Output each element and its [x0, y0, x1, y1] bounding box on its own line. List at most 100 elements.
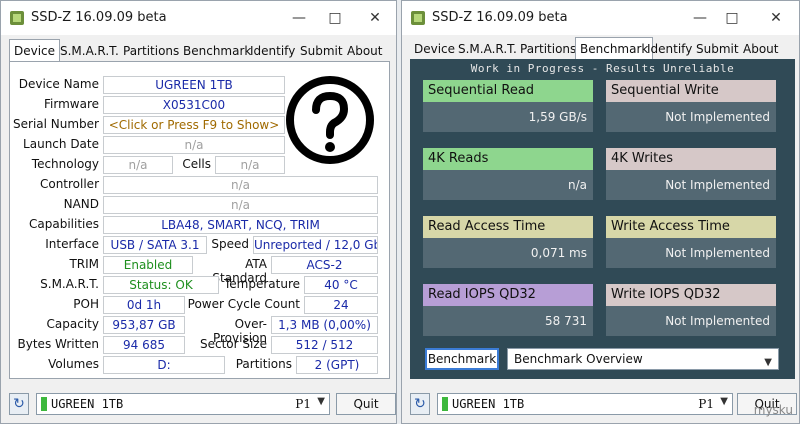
- benchmark-button[interactable]: Benchmark: [425, 348, 499, 370]
- temperature-value: 40 °C: [304, 276, 378, 294]
- question-mark-icon: [286, 76, 374, 164]
- interface-label: Interface: [45, 237, 99, 251]
- device-name-label: Device Name: [18, 77, 99, 91]
- temperature-label: Temperature: [223, 277, 300, 291]
- card-value: Not Implemented: [606, 238, 776, 268]
- maximize-button[interactable]: □: [714, 6, 750, 30]
- card-label: Write Access Time: [606, 216, 776, 238]
- card-label: Read IOPS QD32: [423, 284, 593, 306]
- capabilities-value: LBA48, SMART, NCQ, TRIM: [103, 216, 378, 234]
- tab-submit[interactable]: Submit: [692, 40, 743, 59]
- bottom-bar: ↻ UGREEN 1TB P1 ▼ Quit: [402, 387, 799, 423]
- drive-select[interactable]: UGREEN 1TB P1 ▼: [36, 393, 330, 415]
- close-button[interactable]: ✕: [758, 6, 794, 30]
- close-button[interactable]: ✕: [357, 6, 393, 30]
- bytes-written-label: Bytes Written: [17, 337, 99, 351]
- technology-value: n/a: [103, 156, 173, 174]
- refresh-icon[interactable]: ↻: [410, 393, 430, 415]
- ssdz-window-benchmark: SSD-Z 16.09.09 beta — □ ✕ Device S.M.A.R…: [401, 0, 800, 424]
- ata-standard-value: ACS-2: [271, 256, 378, 274]
- tab-identify[interactable]: Identify: [246, 42, 299, 61]
- speed-label: Speed: [211, 237, 249, 251]
- drive-name: UGREEN 1TB: [452, 397, 525, 411]
- card-label: Read Access Time: [423, 216, 593, 238]
- tab-benchmark[interactable]: Benchmark: [179, 42, 255, 61]
- bytes-written-value: 94 685: [103, 336, 185, 354]
- card-value: Not Implemented: [606, 306, 776, 336]
- benchmark-mode-value: Benchmark Overview: [514, 352, 643, 366]
- launch-date-value: n/a: [103, 136, 285, 154]
- window-title: SSD-Z 16.09.09 beta: [432, 10, 568, 25]
- card-label: 4K Writes: [606, 148, 776, 170]
- minimize-button[interactable]: —: [281, 6, 317, 30]
- read-iops-card: Read IOPS QD32 58 731: [423, 284, 593, 338]
- write-iops-card: Write IOPS QD32 Not Implemented: [606, 284, 776, 338]
- benchmark-mode-select[interactable]: Benchmark Overview ▼: [507, 348, 779, 370]
- smart-status-value: Status: OK: [103, 276, 219, 294]
- tab-device[interactable]: Device: [410, 40, 459, 59]
- capacity-value: 953,87 GB: [103, 316, 185, 334]
- tab-about[interactable]: About: [343, 42, 386, 61]
- smart-label: S.M.A.R.T.: [40, 277, 99, 291]
- bottom-bar: ↻ UGREEN 1TB P1 ▼ Quit: [1, 387, 396, 423]
- tab-benchmark[interactable]: Benchmark: [575, 37, 654, 60]
- minimize-button[interactable]: —: [682, 6, 718, 30]
- power-cycle-count-value: 24: [304, 296, 378, 314]
- tab-smart[interactable]: S.M.A.R.T.: [56, 42, 123, 61]
- sequential-read-card: Sequential Read 1,59 GB/s: [423, 80, 593, 134]
- read-access-time-card: Read Access Time 0,071 ms: [423, 216, 593, 270]
- tab-device[interactable]: Device: [9, 39, 61, 62]
- quit-button[interactable]: Quit: [336, 393, 396, 415]
- speed-value: Unreported / 12,0 Gbps: [253, 236, 378, 254]
- card-value: n/a: [423, 170, 593, 200]
- refresh-icon[interactable]: ↻: [9, 393, 29, 415]
- 4k-writes-card: 4K Writes Not Implemented: [606, 148, 776, 202]
- partitions-label: Partitions: [235, 357, 292, 371]
- tab-partitions[interactable]: Partitions: [119, 42, 183, 61]
- interface-value: USB / SATA 3.1: [103, 236, 207, 254]
- cells-label: Cells: [182, 157, 211, 171]
- trim-value: Enabled: [103, 256, 193, 274]
- nand-value: n/a: [103, 196, 378, 214]
- partitions-value: 2 (GPT): [296, 356, 378, 374]
- poh-value: 0d 1h: [103, 296, 185, 314]
- card-value: 58 731: [423, 306, 593, 336]
- device-panel: Device Name UGREEN 1TB Firmware X0531C00…: [9, 61, 390, 379]
- serial-number-value[interactable]: <Click or Press F9 to Show>: [103, 116, 285, 134]
- drive-health-indicator: [442, 397, 448, 411]
- tab-about[interactable]: About: [739, 40, 782, 59]
- sector-size-label: Sector Size: [199, 337, 267, 351]
- poh-label: POH: [73, 297, 99, 311]
- app-icon: [411, 11, 425, 25]
- tab-submit[interactable]: Submit: [296, 42, 347, 61]
- card-label: 4K Reads: [423, 148, 593, 170]
- trim-label: TRIM: [69, 257, 99, 271]
- controller-label: Controller: [39, 177, 99, 191]
- card-label: Sequential Read: [423, 80, 593, 102]
- cells-value: n/a: [215, 156, 285, 174]
- drive-health-indicator: [41, 397, 47, 411]
- capabilities-label: Capabilities: [29, 217, 99, 231]
- chevron-down-icon: ▼: [317, 396, 325, 407]
- launch-date-label: Launch Date: [23, 137, 99, 151]
- tab-partitions[interactable]: Partitions: [516, 40, 580, 59]
- volumes-label: Volumes: [48, 357, 99, 371]
- maximize-button[interactable]: □: [317, 6, 353, 30]
- card-value: 1,59 GB/s: [423, 102, 593, 132]
- drive-name: UGREEN 1TB: [51, 397, 124, 411]
- device-name-value: UGREEN 1TB: [103, 76, 285, 94]
- tab-smart[interactable]: S.M.A.R.T.: [454, 40, 521, 59]
- drive-port: P1: [698, 397, 714, 411]
- tab-identify[interactable]: Identify: [643, 40, 696, 59]
- controller-value: n/a: [103, 176, 378, 194]
- title-bar: SSD-Z 16.09.09 beta — □ ✕: [402, 1, 799, 35]
- volumes-value: D:: [103, 356, 225, 374]
- technology-label: Technology: [31, 157, 99, 171]
- card-label: Sequential Write: [606, 80, 776, 102]
- app-icon: [10, 11, 24, 25]
- chevron-down-icon: ▼: [764, 357, 772, 368]
- firmware-label: Firmware: [44, 97, 99, 111]
- drive-select[interactable]: UGREEN 1TB P1 ▼: [437, 393, 733, 415]
- window-title: SSD-Z 16.09.09 beta: [31, 10, 167, 25]
- sector-size-value: 512 / 512: [271, 336, 378, 354]
